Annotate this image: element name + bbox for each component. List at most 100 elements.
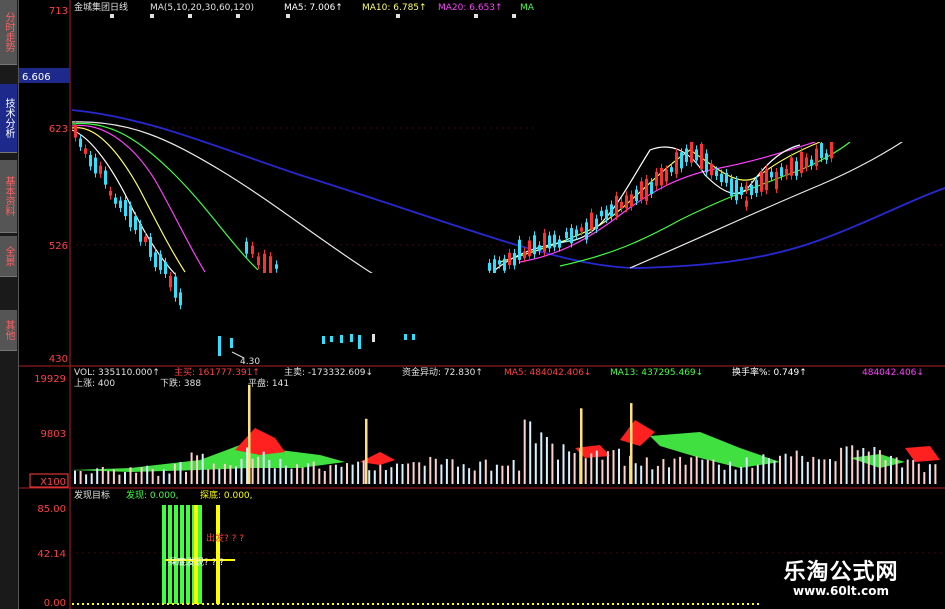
ma20-line-right [519, 141, 816, 263]
volume-bar [623, 465, 626, 484]
indicator-title: 发现目标 [74, 489, 110, 501]
volume-bar [634, 463, 637, 484]
candle [610, 204, 613, 217]
tab-jishu[interactable]: 技术分析 [0, 84, 17, 153]
volume-bar [273, 468, 276, 484]
volume-bar [723, 469, 726, 484]
volume-bar [240, 459, 243, 484]
price-tick: 713 [49, 6, 68, 17]
volume-bar [173, 463, 176, 484]
tab-jiben[interactable]: 基本资料 [0, 160, 17, 233]
volume-bar [401, 464, 404, 484]
candle [330, 336, 333, 342]
volume-bar [507, 465, 509, 484]
candle [805, 157, 808, 168]
candle [404, 334, 407, 340]
volume-bar [262, 451, 265, 484]
tab-qita[interactable]: 其他 [0, 310, 17, 351]
candle [690, 141, 693, 163]
outflow-area [70, 445, 345, 472]
volume-bar [562, 444, 565, 484]
volume-bar [101, 467, 104, 484]
volume-bar [457, 466, 459, 484]
candle [715, 170, 718, 176]
candle [775, 172, 778, 190]
candle [810, 159, 813, 166]
volume-bar [362, 460, 365, 484]
ma30-line [71, 122, 259, 271]
volume-bar [923, 472, 926, 484]
current-price-tag: 6.606 [22, 72, 51, 83]
candle [795, 161, 798, 176]
volume-bar [290, 468, 293, 484]
candle [169, 275, 172, 288]
volume-bar [651, 469, 654, 484]
candle [570, 228, 573, 244]
inflow-area [620, 420, 655, 446]
candle [548, 235, 551, 249]
volume-bar [751, 467, 754, 484]
volume-tick: 9803 [41, 429, 66, 440]
volume-bar [557, 459, 559, 484]
inflow-area [905, 446, 940, 462]
zhumai2-label: 主卖: -173332.609↓ [284, 366, 373, 378]
candle [815, 148, 818, 167]
candle [595, 218, 598, 230]
candle [745, 185, 748, 191]
candle [114, 197, 117, 204]
candle [575, 229, 578, 236]
candle [350, 334, 353, 342]
volume-bar [573, 453, 576, 484]
volume-header: VOL: 335110.000↑ 主买: 161777.391↑ 主卖: -17… [74, 366, 924, 389]
volume-bar [201, 453, 204, 484]
volume-bar [296, 464, 299, 484]
candle [134, 216, 137, 231]
indicator-tick: 42.14 [37, 549, 66, 560]
volume-bar [223, 463, 226, 484]
volume-bar [684, 464, 687, 484]
volume-bar [884, 460, 887, 484]
candle [358, 335, 361, 349]
volume-bar [523, 419, 526, 484]
candle [513, 253, 516, 266]
volume-bar [257, 456, 260, 484]
indicator-y-axis: 85.00 42.14 0.00 [37, 504, 66, 609]
volume-bar [878, 450, 881, 484]
volume-bar [162, 469, 165, 484]
volume-tick: 19929 [34, 374, 66, 385]
volume-bar [595, 450, 598, 484]
tab-fenshi[interactable]: 分时走势 [0, 0, 17, 65]
candle [740, 186, 743, 195]
mask-block [534, 0, 945, 142]
volume-bar [190, 452, 193, 484]
volume-bar [501, 465, 504, 484]
tandi-bar [194, 505, 198, 604]
volume-bar [856, 450, 859, 484]
volume-bar [468, 468, 471, 484]
volume-bar [434, 458, 437, 484]
price-y-axis: 713 623 526 430 [49, 6, 68, 365]
volume-bar [462, 464, 465, 484]
faxian-bar [168, 505, 172, 604]
volume-bar [185, 471, 187, 484]
candle [830, 140, 833, 159]
volume-bar [917, 463, 920, 484]
candle [245, 241, 248, 254]
volume-bar [307, 463, 310, 484]
candle [770, 171, 773, 178]
volume-bar [568, 451, 571, 484]
huanshou-label: 换手率%: 0.749↑ [732, 366, 807, 378]
volume-bar [445, 459, 448, 484]
volume-bar [268, 459, 271, 484]
volume-bar [340, 466, 343, 484]
indicator-header: 发现目标 发现: 0.000, 探底: 0.000, [74, 489, 253, 501]
up-count-label: 上涨: 400 [74, 378, 115, 389]
volume-bar [840, 447, 843, 484]
ma60-line-right [629, 139, 906, 269]
ma60-line [71, 121, 381, 279]
volume-bar [779, 455, 781, 484]
volume-bar [318, 468, 321, 484]
tab-quanjing[interactable]: 全景 [0, 236, 17, 277]
volume-bar [357, 461, 360, 484]
volume-bar [235, 466, 237, 484]
